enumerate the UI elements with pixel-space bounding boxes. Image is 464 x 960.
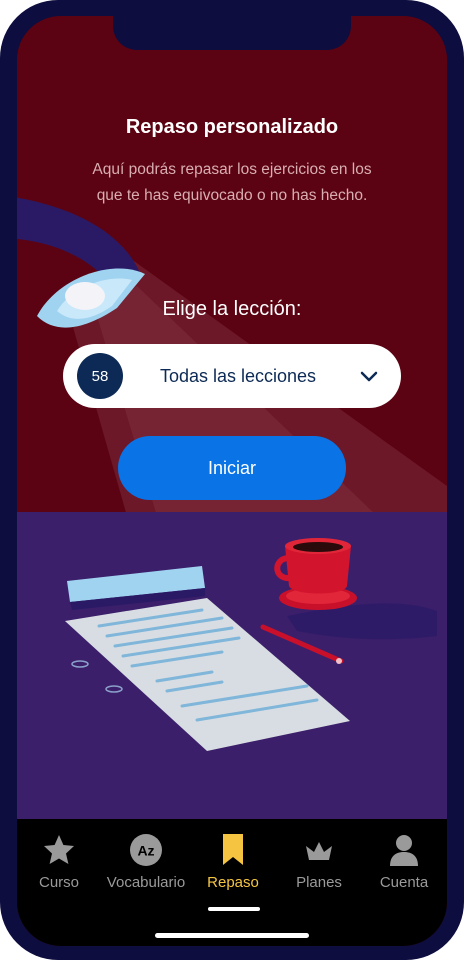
tab-label: Planes	[296, 874, 342, 891]
tab-planes[interactable]: Planes	[274, 833, 364, 903]
bookmark-icon	[223, 834, 243, 865]
page-description: Aquí podrás repasar los ejercicios en lo…	[92, 161, 372, 204]
notch	[113, 16, 351, 50]
crown-icon	[306, 842, 332, 860]
volume-down-button	[0, 256, 2, 316]
volume-up-button	[0, 182, 2, 242]
app-screen: Repaso personalizado Aquí podrás repasar…	[17, 16, 447, 946]
lesson-select-value: Todas las lecciones	[159, 366, 317, 386]
page-title: Repaso personalizado	[125, 116, 339, 138]
svg-text:Az: Az	[137, 843, 154, 859]
chevron-down-icon	[360, 371, 378, 382]
az-icon: Az	[130, 834, 162, 866]
review-header: Repaso personalizado Aquí podrás repasar…	[17, 116, 447, 209]
bottom-tab-bar: Curso Az Vocabulario Repaso Planes Cuent…	[17, 819, 447, 946]
active-tab-indicator	[208, 907, 260, 911]
home-indicator[interactable]	[155, 933, 309, 938]
tab-repaso[interactable]: Repaso	[188, 833, 278, 903]
choose-lesson-label: Elige la lección:	[162, 298, 302, 320]
lesson-count-badge: 58	[77, 353, 123, 399]
tab-label: Curso	[38, 874, 79, 891]
tab-vocabulario[interactable]: Az Vocabulario	[101, 833, 191, 903]
person-icon	[390, 835, 418, 866]
tab-label: Vocabulario	[106, 874, 186, 891]
lesson-select[interactable]: 58 Todas las lecciones	[63, 344, 401, 408]
tab-cuenta[interactable]: Cuenta	[359, 833, 447, 903]
start-button[interactable]: Iniciar	[118, 436, 346, 500]
tab-curso[interactable]: Curso	[17, 833, 104, 903]
star-icon	[44, 835, 74, 864]
phone-frame: Repaso personalizado Aquí podrás repasar…	[0, 0, 464, 960]
tab-label: Cuenta	[379, 874, 429, 891]
mute-switch	[0, 120, 2, 154]
tab-label: Repaso	[207, 874, 259, 891]
